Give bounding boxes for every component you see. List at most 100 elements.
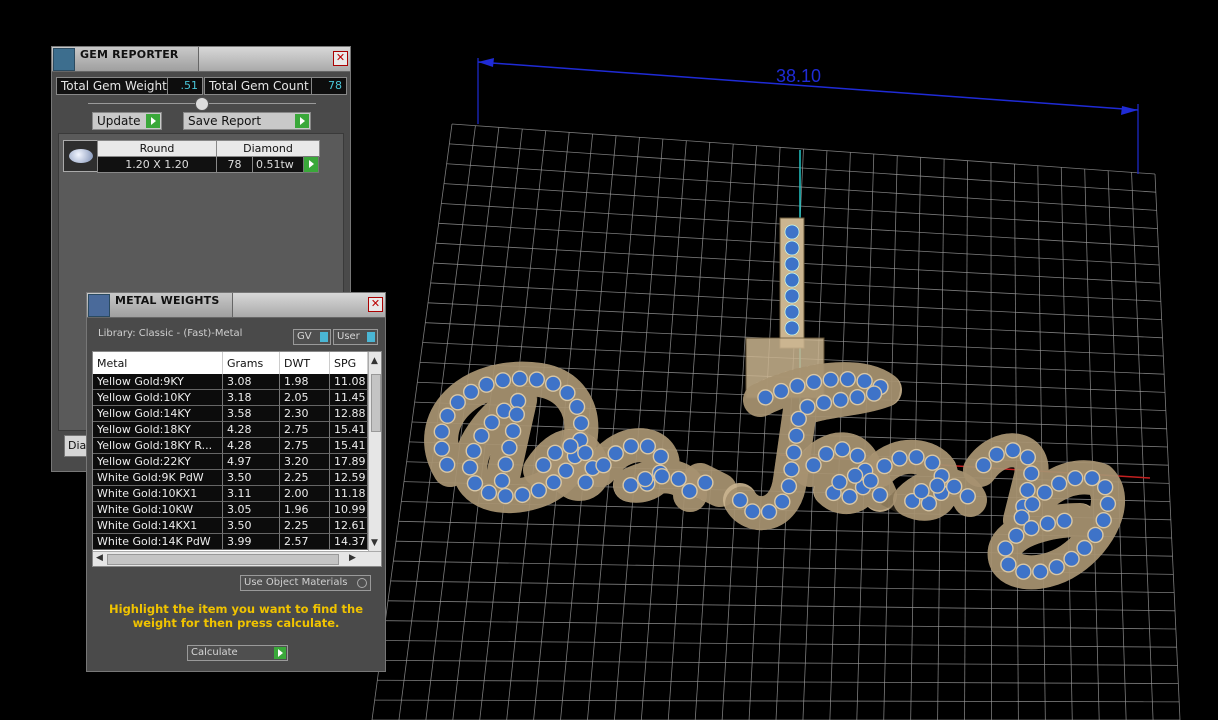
gem-stone [466, 475, 484, 492]
table-row[interactable]: White Gold:14K PdW 3.99 2.57 14.37 [93, 534, 368, 550]
gem-stone [622, 476, 639, 494]
save-report-button[interactable]: Save Report [183, 112, 311, 130]
gem-stone [572, 414, 590, 432]
gem-stone [449, 394, 466, 411]
user-toggle[interactable]: User [333, 329, 378, 345]
gem-reporter-title-tab: GEM REPORTER [52, 47, 199, 71]
gem-stone [577, 474, 594, 491]
column-header-grams[interactable]: Grams [223, 352, 280, 374]
gem-stone [438, 456, 456, 473]
column-header-metal[interactable]: Metal [93, 352, 223, 374]
use-object-materials-option[interactable]: Use Object Materials [240, 575, 371, 591]
update-label: Update [97, 114, 141, 128]
gem-stone [1099, 495, 1117, 512]
cell-dwt: 2.75 [280, 422, 330, 438]
radio-icon [357, 578, 367, 588]
metal-weights-titlebar[interactable]: METAL WEIGHTS ✕ [87, 293, 385, 318]
gem-stone [559, 384, 576, 402]
gem-stone [760, 503, 778, 521]
scroll-right-icon[interactable]: ▶ [349, 553, 356, 563]
gem-stone [924, 454, 941, 471]
gem-stone [595, 456, 612, 474]
gem-stone [1032, 563, 1049, 580]
cell-spg: 14.37 [330, 534, 368, 550]
gem-stone [1008, 527, 1025, 544]
gem-stone [1048, 558, 1065, 576]
gem-stone [462, 383, 480, 401]
metal-weights-close-button[interactable]: ✕ [368, 297, 383, 312]
gem-select-button[interactable] [303, 156, 319, 173]
gem-slider-handle[interactable] [195, 97, 209, 111]
total-gem-count-value: 78 [311, 77, 347, 95]
horizontal-scrollbar[interactable]: ◀ ▶ [93, 551, 381, 566]
cell-dwt: 2.57 [280, 534, 330, 550]
gem-stone [697, 474, 714, 491]
gem-stone [856, 372, 873, 390]
table-row[interactable]: White Gold:9K PdW 3.50 2.25 12.59 [93, 470, 368, 486]
gem-stone [652, 448, 670, 465]
table-row[interactable]: Yellow Gold:18KY R... 4.28 2.75 15.41 [93, 438, 368, 454]
gem-stone [846, 467, 864, 484]
gem-size: 1.20 X 1.20 [97, 156, 217, 173]
gem-stone [784, 240, 800, 256]
gem-stone [1023, 519, 1040, 537]
gv-label: GV [297, 331, 312, 342]
table-row[interactable]: White Gold:10KX1 3.11 2.00 11.18 [93, 486, 368, 502]
gem-stone [528, 371, 545, 388]
scroll-up-icon[interactable]: ▲ [371, 356, 378, 366]
cell-grams: 4.28 [223, 438, 280, 454]
update-button[interactable]: Update [92, 112, 162, 130]
cell-spg: 11.45 [330, 390, 368, 406]
gem-reporter-titlebar[interactable]: GEM REPORTER ✕ [52, 47, 350, 72]
calculate-button[interactable]: Calculate [187, 645, 288, 661]
gem-stone [865, 385, 883, 402]
table-row[interactable]: Yellow Gold:14KY 3.58 2.30 12.88 [93, 406, 368, 422]
cell-metal: Yellow Gold:22KY [93, 454, 223, 470]
table-row[interactable]: White Gold:10KW 3.05 1.96 10.99 [93, 502, 368, 518]
vertical-scrollbar[interactable]: ▲ ▼ [368, 352, 381, 552]
cell-metal: Yellow Gold:14KY [93, 406, 223, 422]
gem-stone [562, 437, 579, 455]
table-row[interactable]: Yellow Gold:22KY 4.97 3.20 17.89 [93, 454, 368, 470]
gem-shape: Round [97, 140, 217, 157]
scroll-down-icon[interactable]: ▼ [371, 538, 378, 548]
table-row[interactable]: Yellow Gold:10KY 3.18 2.05 11.45 [93, 390, 368, 406]
column-header-dwt[interactable]: DWT [280, 352, 330, 374]
table-row[interactable]: White Gold:14KX1 3.50 2.25 12.61 [93, 518, 368, 534]
gem-stone [815, 394, 833, 412]
gem-stone [622, 437, 640, 455]
vertical-scroll-thumb[interactable] [371, 374, 381, 432]
gem-stone [514, 486, 531, 504]
cell-dwt: 2.30 [280, 406, 330, 422]
cell-spg: 12.59 [330, 470, 368, 486]
gem-stone [789, 377, 806, 395]
column-header-spg[interactable]: SPG [330, 352, 368, 374]
gv-toggle[interactable]: GV [293, 329, 331, 345]
gem-stone [832, 391, 849, 409]
metal-table-header: Metal Grams DWT SPG [93, 352, 368, 374]
toggle-knob [367, 332, 375, 342]
gem-reporter-title: GEM REPORTER [80, 48, 179, 61]
metal-weights-panel: METAL WEIGHTS ✕ Library: Classic - (Fast… [86, 292, 386, 672]
gem-stone [913, 483, 930, 500]
gem-stone [508, 406, 525, 423]
gem-thumbnail[interactable] [63, 140, 99, 172]
gem-stone [483, 414, 501, 431]
scroll-left-icon[interactable]: ◀ [96, 553, 103, 563]
table-row[interactable]: Yellow Gold:9KY 3.08 1.98 11.08 [93, 374, 368, 390]
table-row[interactable]: Yellow Gold:18KY 4.28 2.75 15.41 [93, 422, 368, 438]
gem-stone [461, 459, 479, 476]
gem-stone [433, 440, 451, 457]
cell-spg: 11.08 [330, 374, 368, 390]
user-label: User [337, 331, 360, 342]
gem-stone [1050, 475, 1068, 492]
gem-stone [1015, 563, 1032, 580]
horizontal-scroll-thumb[interactable] [107, 554, 339, 565]
gem-stone [817, 445, 835, 463]
cell-grams: 3.58 [223, 406, 280, 422]
gem-reporter-close-button[interactable]: ✕ [333, 51, 348, 66]
gem-stone [557, 462, 575, 479]
cell-dwt: 2.05 [280, 390, 330, 406]
gem-stone [504, 422, 522, 440]
cell-spg: 12.88 [330, 406, 368, 422]
